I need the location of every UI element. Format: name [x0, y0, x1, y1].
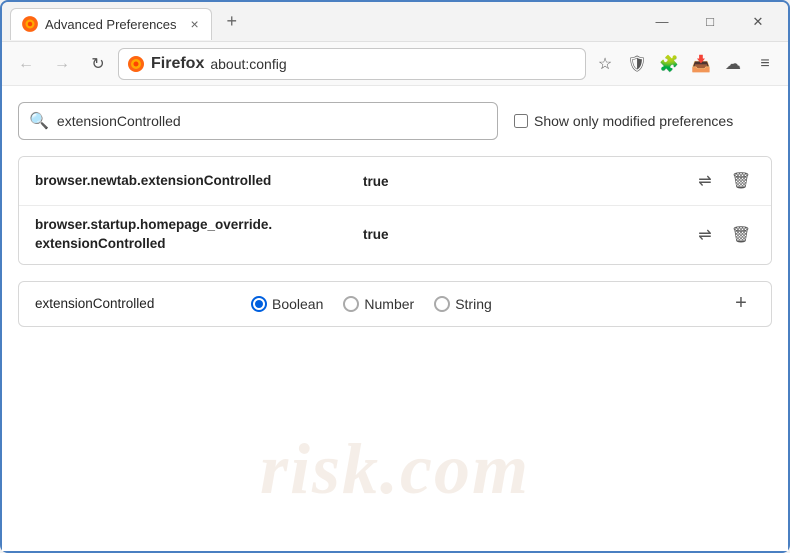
- tab-close-button[interactable]: ×: [189, 15, 201, 33]
- type-number-option[interactable]: Number: [343, 296, 414, 312]
- nav-icons: ☆ 🛡 🧩 📥 ☁ ≡: [590, 49, 780, 79]
- table-row: browser.newtab.extensionControlled true …: [19, 157, 771, 206]
- extensions-button[interactable]: 🧩: [654, 49, 684, 79]
- firefox-tab-icon: [21, 15, 39, 33]
- swap-button-2[interactable]: ⇌: [691, 221, 719, 249]
- show-modified-checkbox[interactable]: [514, 114, 528, 128]
- account-button[interactable]: ☁: [718, 49, 748, 79]
- search-icon: 🔍: [29, 111, 49, 131]
- nav-bar: ← → ↻ Firefox about:config ☆ 🛡 🧩 📥 ☁ ≡: [2, 42, 788, 86]
- type-number-radio[interactable]: [343, 296, 359, 312]
- maximize-button[interactable]: □: [688, 6, 732, 38]
- active-tab[interactable]: Advanced Preferences ×: [10, 8, 212, 40]
- type-boolean-option[interactable]: Boolean: [251, 296, 323, 312]
- results-table: browser.newtab.extensionControlled true …: [18, 156, 772, 265]
- firefox-address-icon: [127, 55, 145, 73]
- address-bar[interactable]: Firefox about:config: [118, 48, 586, 80]
- pref-value-2: true: [363, 227, 683, 242]
- search-box[interactable]: 🔍: [18, 102, 498, 140]
- delete-button-2[interactable]: 🗑: [727, 221, 755, 249]
- pref-name-2: browser.startup.homepage_override. exten…: [35, 216, 355, 254]
- minimize-button[interactable]: —: [640, 6, 684, 38]
- show-modified-label: Show only modified preferences: [534, 113, 733, 129]
- type-string-radio[interactable]: [434, 296, 450, 312]
- pref-value-1: true: [363, 174, 683, 189]
- add-preference-button[interactable]: +: [727, 290, 755, 318]
- type-boolean-label: Boolean: [272, 296, 323, 312]
- browser-content: 🔍 Show only modified preferences browser…: [2, 86, 788, 551]
- table-row: browser.startup.homepage_override. exten…: [19, 206, 771, 264]
- type-string-label: String: [455, 296, 492, 312]
- row-actions-2: ⇌ 🗑: [691, 221, 755, 249]
- delete-button-1[interactable]: 🗑: [727, 167, 755, 195]
- watermark: risk.com: [260, 428, 530, 511]
- type-string-option[interactable]: String: [434, 296, 492, 312]
- new-pref-name: extensionControlled: [35, 296, 235, 311]
- type-number-label: Number: [364, 296, 414, 312]
- menu-button[interactable]: ≡: [750, 49, 780, 79]
- tab-title: Advanced Preferences: [45, 17, 177, 32]
- search-input[interactable]: [57, 113, 487, 129]
- show-modified-row: Show only modified preferences: [514, 113, 733, 129]
- new-preference-row: extensionControlled Boolean Number Strin…: [18, 281, 772, 327]
- type-boolean-radio[interactable]: [251, 296, 267, 312]
- address-firefox-label: Firefox: [151, 55, 204, 73]
- swap-button-1[interactable]: ⇌: [691, 167, 719, 195]
- search-row: 🔍 Show only modified preferences: [18, 102, 772, 140]
- pref-name-1: browser.newtab.extensionControlled: [35, 172, 355, 191]
- address-url: about:config: [210, 56, 577, 72]
- back-button[interactable]: ←: [10, 48, 42, 80]
- forward-button[interactable]: →: [46, 48, 78, 80]
- close-window-button[interactable]: ✕: [736, 6, 780, 38]
- title-bar: Advanced Preferences × + — □ ✕: [2, 2, 788, 42]
- new-tab-button[interactable]: +: [218, 8, 246, 36]
- refresh-button[interactable]: ↻: [82, 48, 114, 80]
- window-controls: — □ ✕: [640, 6, 780, 38]
- pocket-button[interactable]: 📥: [686, 49, 716, 79]
- bookmark-button[interactable]: ☆: [590, 49, 620, 79]
- tab-strip: Advanced Preferences × +: [10, 2, 640, 41]
- shield-button[interactable]: 🛡: [622, 49, 652, 79]
- row-actions-1: ⇌ 🗑: [691, 167, 755, 195]
- type-options: Boolean Number String: [251, 296, 711, 312]
